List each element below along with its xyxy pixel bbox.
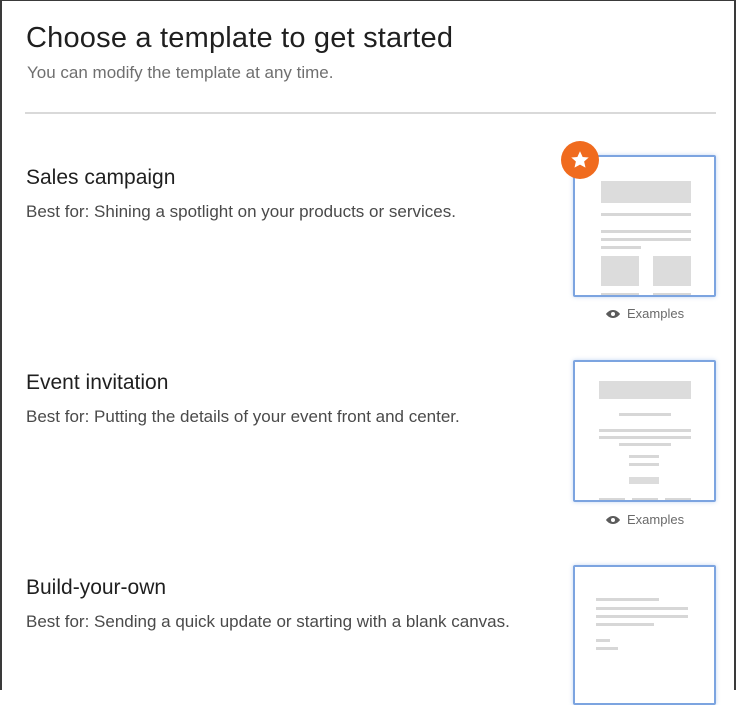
event-invitation-template-thumbnail[interactable] xyxy=(573,360,716,502)
thumb-image-block xyxy=(653,256,691,286)
thumb-line xyxy=(599,498,625,500)
thumb-line xyxy=(629,455,659,458)
build-your-own-description: Best for: Sending a quick update or star… xyxy=(26,612,510,631)
event-invitation-description: Best for: Putting the details of your ev… xyxy=(26,407,460,426)
thumb-line xyxy=(596,623,654,626)
thumb-header-block xyxy=(601,181,691,203)
build-your-own-template-thumbnail[interactable] xyxy=(573,565,716,705)
page-subtitle: You can modify the template at any time. xyxy=(27,63,334,82)
thumb-line xyxy=(632,498,658,500)
thumb-line xyxy=(599,436,691,439)
thumb-image-block xyxy=(601,256,639,286)
eye-icon xyxy=(606,309,620,318)
event-invitation-examples-link[interactable]: Examples xyxy=(605,512,684,527)
examples-label: Examples xyxy=(627,306,685,321)
thumb-header-block xyxy=(599,381,691,399)
thumb-button-block xyxy=(629,477,659,484)
thumb-line xyxy=(619,443,671,446)
thumb-line xyxy=(596,647,618,650)
thumb-line xyxy=(601,230,691,233)
eye-icon xyxy=(606,515,620,524)
divider xyxy=(25,112,716,114)
sales-campaign-title: Sales campaign xyxy=(26,166,176,189)
thumb-line xyxy=(596,607,688,610)
build-your-own-title: Build-your-own xyxy=(26,576,167,599)
page-title: Choose a template to get started xyxy=(26,22,454,54)
thumb-line xyxy=(665,498,691,500)
thumb-line xyxy=(601,213,691,216)
thumb-line xyxy=(596,639,610,642)
thumb-line xyxy=(601,246,641,249)
thumb-line xyxy=(619,413,671,416)
star-icon xyxy=(571,151,589,168)
thumb-line xyxy=(601,238,691,241)
sales-campaign-examples-link[interactable]: Examples xyxy=(605,306,684,321)
sales-campaign-description: Best for: Shining a spotlight on your pr… xyxy=(26,202,456,221)
thumb-line xyxy=(599,429,691,432)
thumb-line xyxy=(653,293,691,295)
event-invitation-title: Event invitation xyxy=(26,371,169,394)
thumb-line xyxy=(601,293,639,295)
thumb-line xyxy=(629,463,659,466)
featured-star-badge xyxy=(561,141,599,179)
thumb-line xyxy=(596,615,688,618)
examples-label: Examples xyxy=(627,512,685,527)
thumb-line xyxy=(596,598,659,601)
sales-campaign-template-thumbnail[interactable] xyxy=(573,155,716,297)
